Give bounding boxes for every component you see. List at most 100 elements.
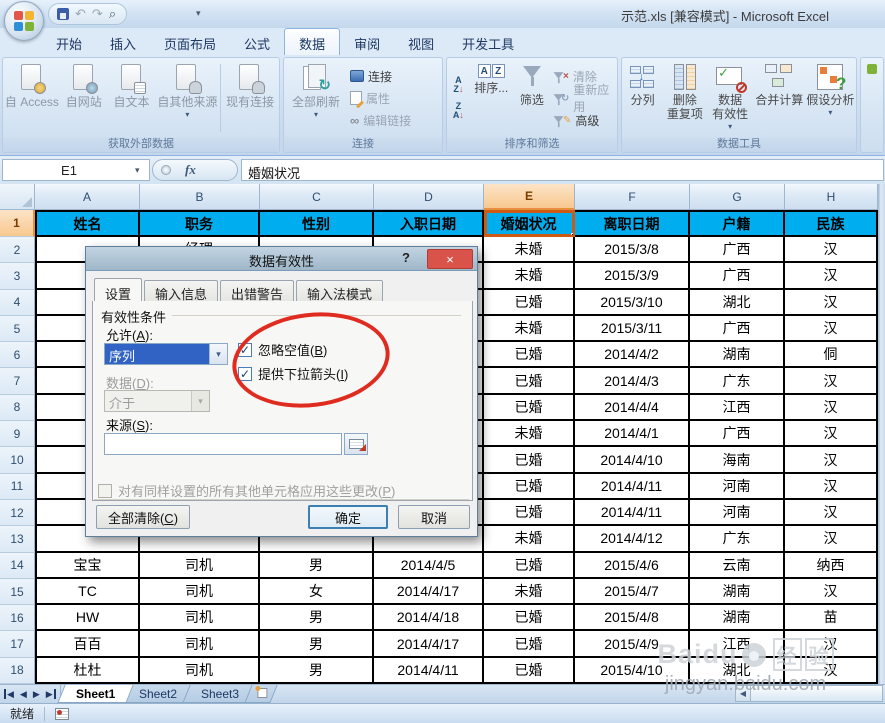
cell-D18[interactable]: 2014/4/11 xyxy=(374,657,484,685)
cell-G8[interactable]: 江西 xyxy=(690,394,785,422)
cell-B14[interactable]: 司机 xyxy=(140,552,260,579)
cell-A18[interactable]: 杜杜 xyxy=(35,657,140,685)
insert-worksheet-tab[interactable] xyxy=(244,685,278,703)
from-text-button[interactable]: 自文本 xyxy=(108,60,156,136)
cell-E10[interactable]: 已婚 xyxy=(484,447,575,474)
cell-E15[interactable]: 未婚 xyxy=(484,578,575,606)
row-header-15[interactable]: 15 xyxy=(0,578,35,606)
cell-C1[interactable]: 性别 xyxy=(260,210,374,237)
data-validation-button[interactable]: ✓ 数据 有效性 ▾ xyxy=(708,60,753,136)
tab-input-message[interactable]: 输入信息 xyxy=(144,280,219,303)
macro-record-icon[interactable] xyxy=(55,707,70,720)
cell-E5[interactable]: 未婚 xyxy=(484,315,575,343)
cell-F11[interactable]: 2014/4/11 xyxy=(575,473,690,500)
vertical-scrollbar[interactable] xyxy=(878,184,885,684)
cell-H14[interactable]: 纳西 xyxy=(785,552,878,579)
cell-E16[interactable]: 已婚 xyxy=(484,605,575,632)
tab-ime-mode[interactable]: 输入法模式 xyxy=(296,280,384,303)
cell-H16[interactable]: 苗 xyxy=(785,605,878,632)
cell-E11[interactable]: 已婚 xyxy=(484,473,575,500)
cell-G16[interactable]: 湖南 xyxy=(690,605,785,632)
cell-B1[interactable]: 职务 xyxy=(140,210,260,237)
source-input[interactable] xyxy=(104,433,342,455)
cell-D14[interactable]: 2014/4/5 xyxy=(374,552,484,579)
cell-E2[interactable]: 未婚 xyxy=(484,237,575,264)
customize-qat-icon[interactable]: ▾ xyxy=(196,8,201,19)
sheet-tab-sheet1[interactable]: Sheet1 xyxy=(57,685,134,703)
row-header-3[interactable]: 3 xyxy=(0,263,35,290)
cell-E6[interactable]: 已婚 xyxy=(484,342,575,369)
col-header-G[interactable]: G xyxy=(690,184,785,210)
cell-B15[interactable]: 司机 xyxy=(140,578,260,606)
cell-G11[interactable]: 河南 xyxy=(690,473,785,500)
col-header-C[interactable]: C xyxy=(260,184,374,210)
cell-A16[interactable]: HW xyxy=(35,605,140,632)
cell-C15[interactable]: 女 xyxy=(260,578,374,606)
cell-F12[interactable]: 2014/4/11 xyxy=(575,499,690,527)
cell-A15[interactable]: TC xyxy=(35,578,140,606)
cell-B16[interactable]: 司机 xyxy=(140,605,260,632)
cell-G4[interactable]: 湖北 xyxy=(690,289,785,316)
row-header-10[interactable]: 10 xyxy=(0,447,35,474)
insert-function-button[interactable]: fx xyxy=(152,159,238,181)
redo-icon[interactable]: ↷ xyxy=(92,7,103,21)
cell-G18[interactable]: 湖北 xyxy=(690,657,785,685)
cell-E13[interactable]: 未婚 xyxy=(484,526,575,553)
row-header-16[interactable]: 16 xyxy=(0,605,35,632)
cell-D15[interactable]: 2014/4/17 xyxy=(374,578,484,606)
row-header-17[interactable]: 17 xyxy=(0,631,35,658)
row-header-11[interactable]: 11 xyxy=(0,473,35,500)
cell-G2[interactable]: 广西 xyxy=(690,237,785,264)
clear-all-button[interactable]: 全部清除(C) xyxy=(96,505,190,529)
cell-B17[interactable]: 司机 xyxy=(140,631,260,658)
from-other-sources-button[interactable]: 自其他来源 ▾ xyxy=(155,60,219,136)
consolidate-button[interactable]: 合并计算 xyxy=(753,60,806,136)
what-if-analysis-button[interactable]: ? 假设分析 ▾ xyxy=(806,60,855,136)
cell-F10[interactable]: 2014/4/10 xyxy=(575,447,690,474)
chevron-down-icon[interactable]: ▾ xyxy=(135,165,149,176)
row-header-8[interactable]: 8 xyxy=(0,394,35,422)
cell-F1[interactable]: 离职日期 xyxy=(575,210,690,237)
allow-select[interactable]: 序列 ▾ xyxy=(104,343,228,365)
sort-ascending-button[interactable]: A Z↓ xyxy=(448,75,469,95)
col-header-E[interactable]: E xyxy=(484,184,575,210)
refresh-all-button[interactable]: ↻ 全部刷新 ▾ xyxy=(285,60,347,136)
cell-F13[interactable]: 2014/4/12 xyxy=(575,526,690,553)
cell-C16[interactable]: 男 xyxy=(260,605,374,632)
cancel-button[interactable]: 取消 xyxy=(398,505,470,529)
cell-E12[interactable]: 已婚 xyxy=(484,499,575,527)
row-header-1[interactable]: 1 xyxy=(0,210,35,237)
previous-sheet-icon[interactable]: ◀ xyxy=(20,689,27,699)
row-header-13[interactable]: 13 xyxy=(0,526,35,553)
cell-B18[interactable]: 司机 xyxy=(140,657,260,685)
col-header-B[interactable]: B xyxy=(140,184,260,210)
horizontal-scrollbar[interactable]: ◀ xyxy=(735,685,883,702)
row-header-2[interactable]: 2 xyxy=(0,237,35,264)
undo-icon[interactable]: ↶ xyxy=(75,7,86,21)
cell-F8[interactable]: 2014/4/4 xyxy=(575,394,690,422)
cell-F6[interactable]: 2014/4/2 xyxy=(575,342,690,369)
cell-G17[interactable]: 江西 xyxy=(690,631,785,658)
office-button[interactable] xyxy=(4,1,44,41)
fill-handle[interactable] xyxy=(571,233,573,235)
properties-button[interactable]: 属性 xyxy=(347,88,414,108)
collapse-dialog-button[interactable] xyxy=(344,433,368,455)
cell-F15[interactable]: 2015/4/7 xyxy=(575,578,690,606)
scroll-left-icon[interactable]: ◀ xyxy=(735,685,751,702)
cell-F14[interactable]: 2015/4/6 xyxy=(575,552,690,579)
cell-F5[interactable]: 2015/3/11 xyxy=(575,315,690,343)
sort-button[interactable]: AZ 排序... xyxy=(469,60,514,136)
cell-F7[interactable]: 2014/4/3 xyxy=(575,368,690,395)
cell-H13[interactable]: 汉 xyxy=(785,526,878,553)
cell-G9[interactable]: 广西 xyxy=(690,421,785,448)
cell-D1[interactable]: 入职日期 xyxy=(374,210,484,237)
cell-A14[interactable]: 宝宝 xyxy=(35,552,140,579)
cell-H1[interactable]: 民族 xyxy=(785,210,878,237)
row-header-14[interactable]: 14 xyxy=(0,552,35,579)
cell-H12[interactable]: 汉 xyxy=(785,499,878,527)
cell-H5[interactable]: 汉 xyxy=(785,315,878,343)
select-all-corner[interactable] xyxy=(0,184,35,210)
cell-F17[interactable]: 2015/4/9 xyxy=(575,631,690,658)
cell-F18[interactable]: 2015/4/10 xyxy=(575,657,690,685)
cell-E1[interactable]: 婚姻状况 xyxy=(484,210,575,237)
